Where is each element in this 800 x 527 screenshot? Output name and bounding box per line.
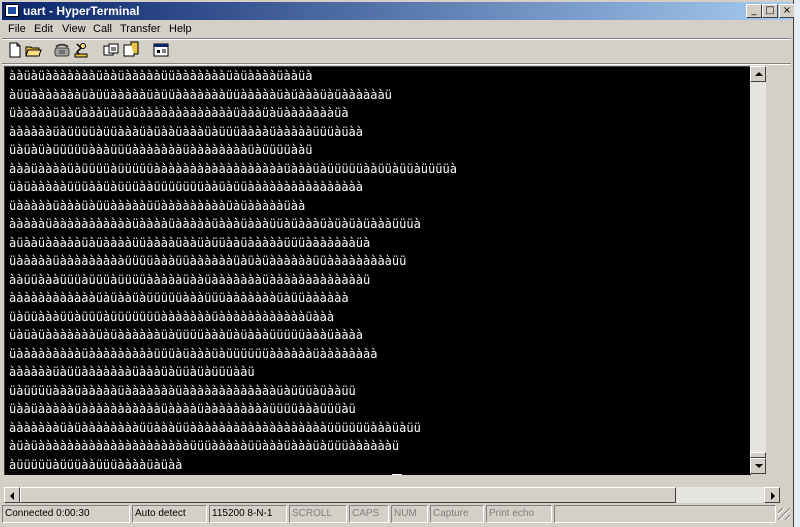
terminal-line: àüàüàààààààààààààààààààààüüüàààààüüàààüà… [9, 439, 400, 453]
terminal-line: àààààüàààààààààààüààààüàààààüàààüàààüüàü… [9, 217, 421, 231]
status-scroll: SCROLL [289, 505, 347, 523]
horizontal-scroll-thumb[interactable] [20, 487, 676, 503]
close-button[interactable]: × [779, 4, 795, 18]
terminal-line: àààüààààüàüüüüàüüüüüààààààààààààààààààüà… [9, 161, 457, 176]
vertical-scrollbar[interactable] [750, 66, 766, 474]
terminal-line: àüüüüüàüüüààüüüààààüàüàà [9, 457, 183, 472]
terminal-line: üààüàààààüàààààààààààüààààüàààààààààüüüü… [9, 402, 356, 416]
terminal-line: üàüàüàüüüüüàààüüüàààààààüààààààààüàüüüüà… [9, 143, 313, 157]
terminal-display[interactable]: ààüàüàààààààüààüàààààüüàààààààüàüààààüàà… [4, 66, 751, 475]
status-num: NUM [391, 505, 428, 523]
terminal-line: àüààüàààààüàüààààüüààààüààüàüüààüàààààüü… [9, 235, 371, 250]
terminal-line: ààààààààààààüàüààüàüüüüüàààüüüàààààààüàü… [9, 291, 349, 305]
receive-file-icon[interactable] [122, 41, 140, 59]
desktop-background [794, 0, 800, 527]
title-bar[interactable]: uart - HyperTerminal _ □ × [2, 2, 795, 20]
terminal-line: üàààààüàààüàüüàààààüüàààààààààüàüàààààüà… [9, 198, 306, 213]
terminal-line: üàààààüàààààààààüüüüàààüüààààààüàüàüàààà… [9, 254, 407, 268]
terminal-line: üàüàààààüüüààüàüüüààüüüüüüüààüàüüààààààà… [9, 180, 364, 194]
terminal-line: ààüüàààüüüàüüüàüüüüàààààüààüàààààààüàààà… [9, 272, 371, 287]
scroll-down-button[interactable] [750, 458, 766, 474]
menu-call[interactable]: Call [93, 22, 112, 37]
hyperterminal-app-icon[interactable] [5, 4, 19, 17]
resize-grip[interactable] [778, 508, 790, 520]
disconnect-icon[interactable] [72, 41, 90, 59]
arrow-down-icon [755, 464, 763, 468]
maximize-button[interactable]: □ [762, 4, 778, 18]
terminal-line: üàüàüàààààààüàüààààààüàüüüüàààüàüàààüüüü… [9, 328, 364, 342]
status-detect: Auto detect [132, 505, 207, 523]
terminal-line: àààààààüàüààààààààüüàààüüààààààààààààààà… [9, 420, 421, 435]
minimize-button[interactable]: _ [746, 4, 762, 18]
phone-icon[interactable] [53, 41, 71, 59]
properties-icon[interactable] [152, 41, 170, 59]
terminal-line: üàüüàààüüàüüüàüüüüüüüàààààààüààààààààààà… [9, 309, 335, 324]
menu-help[interactable]: Help [169, 22, 192, 37]
terminal-line: üàüüüüàààüàààààüàààààààüàààààààààààààüàü… [9, 383, 356, 398]
status-port-settings: 115200 8-N-1 [209, 505, 287, 523]
arrow-up-icon [755, 72, 763, 76]
menu-file[interactable]: File [8, 22, 26, 37]
new-document-icon[interactable] [6, 41, 24, 59]
send-file-icon[interactable] [102, 41, 120, 59]
menu-transfer[interactable]: Transfer [120, 22, 161, 37]
menu-edit[interactable]: Edit [34, 22, 53, 37]
hyperterminal-window: uart - HyperTerminal _ □ × File Edit Vie… [0, 0, 795, 527]
toolbar-separator [2, 63, 791, 65]
scroll-left-button[interactable] [4, 487, 20, 503]
terminal-line: ààààààüàüüàààààààüàààüàüüàüàüüüààü [9, 365, 255, 379]
terminal-cursor [392, 474, 402, 475]
toolbar [2, 39, 791, 63]
terminal-line: ààààààüàüüüüàüüàààüàüààüàààüàüüüààààüààà… [9, 124, 364, 139]
terminal-line: üàààààààààüàààààààààüüüàüàààüàüüüüüüàààà… [9, 346, 378, 361]
scroll-right-button[interactable] [764, 487, 780, 503]
menu-bar: File Edit View Call Transfer Help [2, 21, 791, 38]
arrow-right-icon [771, 492, 775, 500]
open-folder-icon[interactable] [25, 41, 43, 59]
horizontal-scrollbar[interactable] [4, 487, 780, 503]
status-bar: Connected 0:00:30 Auto detect 115200 8-N… [2, 505, 791, 524]
window-title: uart - HyperTerminal [23, 4, 140, 18]
status-capture: Capture [430, 505, 484, 523]
menu-view[interactable]: View [62, 22, 86, 37]
status-connection: Connected 0:00:30 [2, 505, 130, 523]
arrow-left-icon [10, 492, 14, 500]
scroll-up-button[interactable] [750, 66, 766, 82]
status-caps: CAPS [349, 505, 389, 523]
status-empty-panel [554, 505, 776, 523]
status-print-echo: Print echo [486, 505, 552, 523]
terminal-line: ààüàüàààààààüààüàààààüüàààààààüàüààààüàà… [9, 69, 313, 83]
terminal-line: àüüàààààààüàüüàààààüàüüàààààààüüàààààüàü… [9, 87, 392, 102]
terminal-line: üàààààüààüàààüàüàüàààààààààààààüàààüàüàà… [9, 106, 349, 120]
